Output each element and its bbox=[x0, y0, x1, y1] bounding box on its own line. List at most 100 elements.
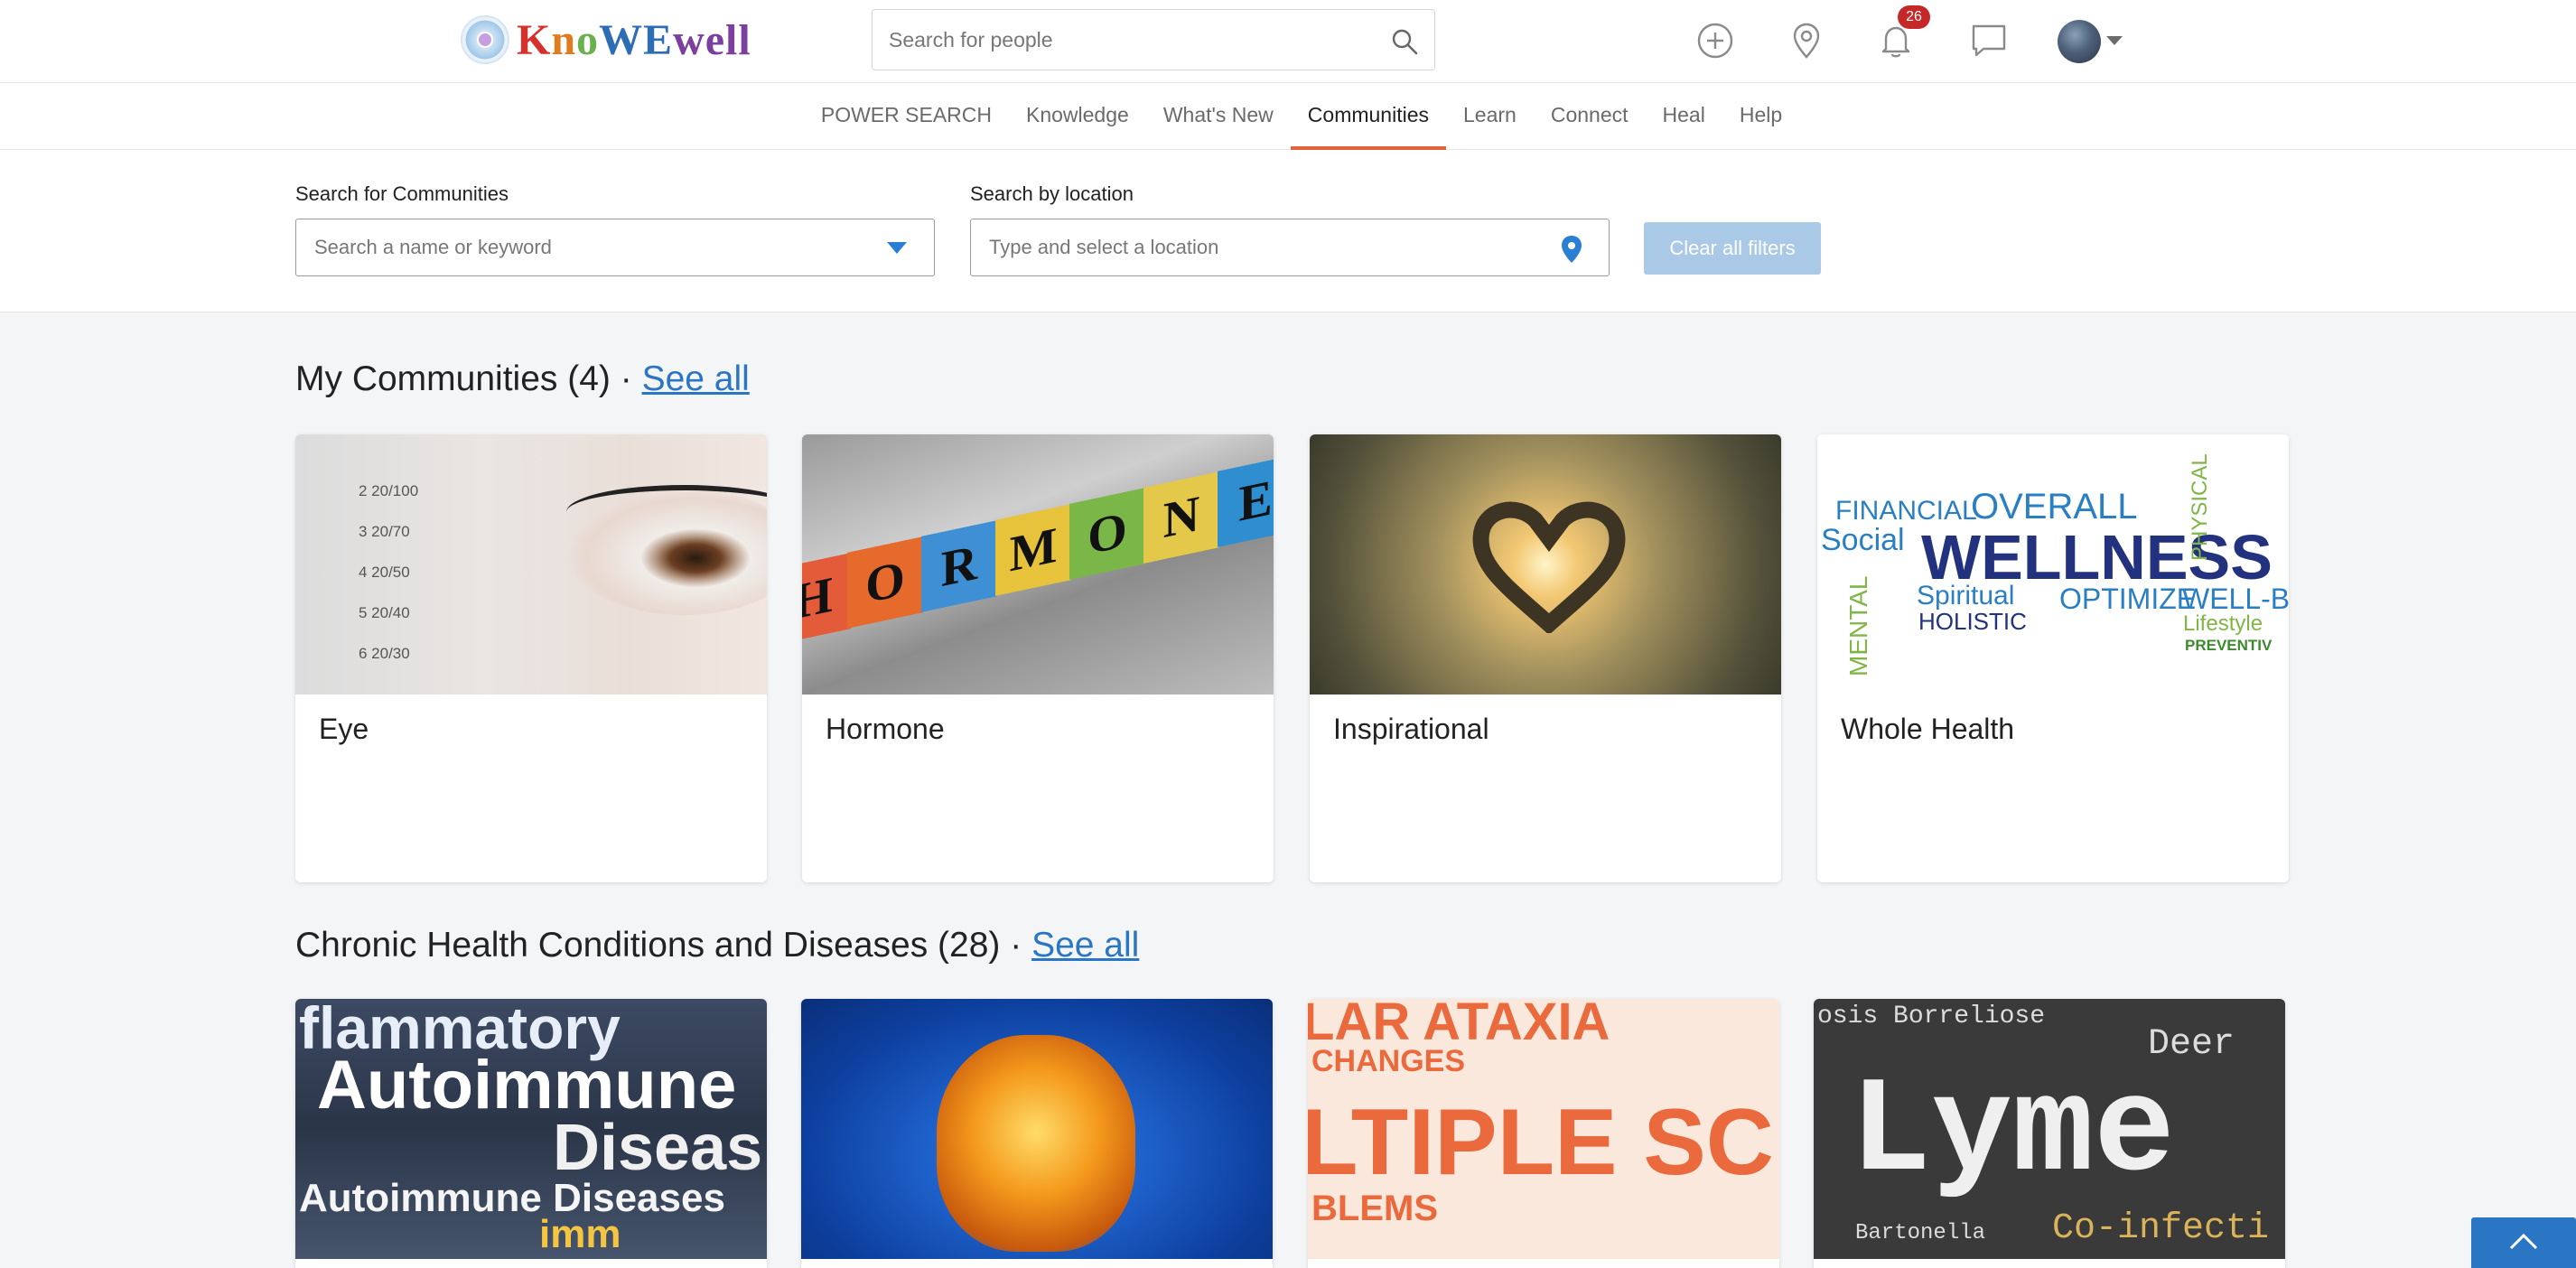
nav-help[interactable]: Help bbox=[1722, 83, 1799, 150]
my-communities-title: My Communities (4) · bbox=[295, 359, 632, 398]
hormone-block: O bbox=[1069, 488, 1145, 580]
chevron-down-icon[interactable] bbox=[2106, 36, 2123, 45]
location-search-label: Search by location bbox=[970, 182, 1134, 205]
nav-learn[interactable]: Learn bbox=[1446, 83, 1534, 150]
eye-card-image: 2 20/100 3 20/70 4 20/50 5 20/40 6 20/30 bbox=[295, 434, 767, 695]
logo-letter-n: n bbox=[551, 15, 577, 64]
heart-hands-graphic bbox=[1472, 501, 1626, 633]
scroll-to-top-button[interactable] bbox=[2471, 1217, 2576, 1268]
card-title[interactable]: Hormone bbox=[826, 713, 945, 746]
word-cloud-word: PHYSICAL bbox=[2188, 453, 2212, 561]
eye-chart-line: 4 20/50 bbox=[359, 564, 410, 581]
word-cloud-word: genes bbox=[539, 1212, 542, 1213]
word-cloud-word: LTIPLE SCLERO bbox=[1308, 1090, 1779, 1195]
digestive-system-graphic bbox=[937, 1035, 1135, 1252]
word-cloud-word: PREVENTIV bbox=[2185, 637, 2273, 654]
communities-search-input[interactable] bbox=[296, 219, 838, 275]
lyme-card-image: osis Borreliose Deer Lyme Bartonella Co-… bbox=[1814, 999, 2285, 1259]
card-title[interactable]: Whole Health bbox=[1841, 713, 2014, 746]
location-pin-icon[interactable] bbox=[1786, 20, 1827, 61]
filter-bar: Search for Communities Search by locatio… bbox=[0, 150, 2576, 312]
word-cloud-word: osis Borreliose bbox=[1817, 1002, 2046, 1030]
multiple-sclerosis-card-image: LAR ATAXIA CHANGES LTIPLE SCLERO BLEMS bbox=[1308, 999, 1779, 1259]
nav-power-search[interactable]: POWER SEARCH bbox=[804, 83, 1009, 150]
card-title[interactable]: Eye bbox=[319, 713, 369, 746]
hormone-card-image: H O R M O N E bbox=[802, 434, 1274, 695]
autoimmune-card-image: flammatory Autoimmune Diseas Autoimmune … bbox=[295, 999, 767, 1259]
logo-text: KnoWEwell bbox=[517, 15, 751, 65]
whole-health-card-image: Social FINANCIAL OVERALL WELLNESS Spirit… bbox=[1817, 434, 2289, 695]
logo-letter-k: K bbox=[517, 15, 552, 64]
nav-knowledge[interactable]: Knowledge bbox=[1009, 83, 1146, 150]
clear-all-filters-button[interactable]: Clear all filters bbox=[1644, 222, 1821, 275]
my-communities-see-all-link[interactable]: See all bbox=[642, 359, 750, 398]
eyelash-graphic bbox=[566, 485, 767, 539]
eye-chart-line: 5 20/40 bbox=[359, 604, 410, 621]
logo-well: well bbox=[673, 15, 751, 64]
community-card-autoimmune[interactable]: flammatory Autoimmune Diseas Autoimmune … bbox=[295, 999, 767, 1268]
word-cloud-word: OPTIMIZE bbox=[2059, 583, 2197, 615]
nav-whats-new[interactable]: What's New bbox=[1146, 83, 1291, 150]
word-cloud-word: Bartonella bbox=[1855, 1221, 1986, 1245]
chat-icon[interactable] bbox=[1968, 20, 2010, 61]
location-search-input[interactable] bbox=[971, 219, 1513, 275]
word-cloud-word: HOLISTIC bbox=[1918, 608, 2027, 635]
nav-connect[interactable]: Connect bbox=[1534, 83, 1646, 150]
word-cloud-word: MENTAL bbox=[1844, 575, 1872, 677]
community-card-hormone[interactable]: H O R M O N E Hormone bbox=[802, 434, 1274, 882]
eye-chart-line: 6 20/30 bbox=[359, 645, 410, 662]
nav-heal[interactable]: Heal bbox=[1646, 83, 1722, 150]
location-pin-icon[interactable] bbox=[1560, 235, 1583, 264]
word-cloud-word: Diseas bbox=[553, 1112, 763, 1184]
logo-we: WE bbox=[599, 15, 674, 64]
word-cloud-word: Social bbox=[1821, 523, 1905, 557]
communities-search-label: Search for Communities bbox=[295, 182, 509, 205]
word-cloud-word: imm bbox=[539, 1212, 621, 1256]
community-card-digestive[interactable] bbox=[801, 999, 1273, 1268]
hormone-block: E bbox=[1218, 455, 1274, 547]
dropdown-arrow-icon[interactable] bbox=[887, 242, 907, 254]
chronic-conditions-title: Chronic Health Conditions and Diseases (… bbox=[295, 926, 1022, 965]
main-nav: POWER SEARCH Knowledge What's New Commun… bbox=[0, 83, 2576, 150]
people-search-box bbox=[872, 9, 1435, 70]
my-communities-heading: My Communities (4) · See all bbox=[295, 359, 750, 399]
top-bar: KnoWEwell 26 bbox=[0, 0, 2576, 83]
chronic-conditions-see-all-link[interactable]: See all bbox=[1031, 926, 1139, 965]
community-card-multiple-sclerosis[interactable]: LAR ATAXIA CHANGES LTIPLE SCLERO BLEMS bbox=[1308, 999, 1779, 1268]
knowewell-logo[interactable]: KnoWEwell bbox=[461, 13, 751, 67]
inspirational-card-image bbox=[1310, 434, 1781, 695]
digestive-card-image bbox=[801, 999, 1273, 1259]
hormone-block: O bbox=[847, 536, 923, 629]
word-cloud-word: Spiritual bbox=[1917, 581, 2015, 611]
community-card-whole-health[interactable]: Social FINANCIAL OVERALL WELLNESS Spirit… bbox=[1817, 434, 2289, 882]
word-cloud-word: Autoimmune Diseases bbox=[299, 1176, 725, 1220]
word-cloud-word: CHANGES bbox=[1311, 1044, 1466, 1078]
community-card-inspirational[interactable]: Inspirational bbox=[1310, 434, 1781, 882]
add-icon[interactable] bbox=[1694, 20, 1736, 61]
word-cloud-word: Lifestyle bbox=[2183, 611, 2263, 636]
card-title[interactable]: Inspirational bbox=[1333, 713, 1489, 746]
nav-communities[interactable]: Communities bbox=[1290, 83, 1447, 150]
word-cloud-word: BLEMS bbox=[1311, 1189, 1438, 1228]
hormone-block: M bbox=[995, 504, 1071, 596]
chevron-up-icon bbox=[2509, 1233, 2538, 1250]
hormone-block: R bbox=[921, 520, 997, 612]
eye-chart-line: 2 20/100 bbox=[359, 482, 419, 499]
people-search-input[interactable] bbox=[873, 10, 1360, 70]
chronic-conditions-heading: Chronic Health Conditions and Diseases (… bbox=[295, 926, 1139, 965]
search-icon[interactable] bbox=[1391, 28, 1418, 55]
word-cloud-word: Co-infecti bbox=[2052, 1208, 2270, 1249]
word-cloud-word: Lyme bbox=[1850, 1057, 2176, 1210]
logo-emblem bbox=[461, 15, 509, 64]
location-search-box bbox=[970, 219, 1610, 276]
avatar[interactable] bbox=[2058, 20, 2101, 63]
community-card-eye[interactable]: 2 20/100 3 20/70 4 20/50 5 20/40 6 20/30… bbox=[295, 434, 767, 882]
hormone-block: N bbox=[1143, 471, 1219, 564]
communities-search-box bbox=[295, 219, 935, 276]
eye-chart-line: 3 20/70 bbox=[359, 523, 410, 540]
notification-count-badge[interactable]: 26 bbox=[1898, 5, 1930, 29]
eye-chart-text: 2 20/100 3 20/70 4 20/50 5 20/40 6 20/30 bbox=[359, 471, 418, 674]
hormone-block: H bbox=[802, 553, 851, 645]
community-card-lyme[interactable]: osis Borreliose Deer Lyme Bartonella Co-… bbox=[1814, 999, 2285, 1268]
logo-letter-o: o bbox=[576, 15, 600, 64]
